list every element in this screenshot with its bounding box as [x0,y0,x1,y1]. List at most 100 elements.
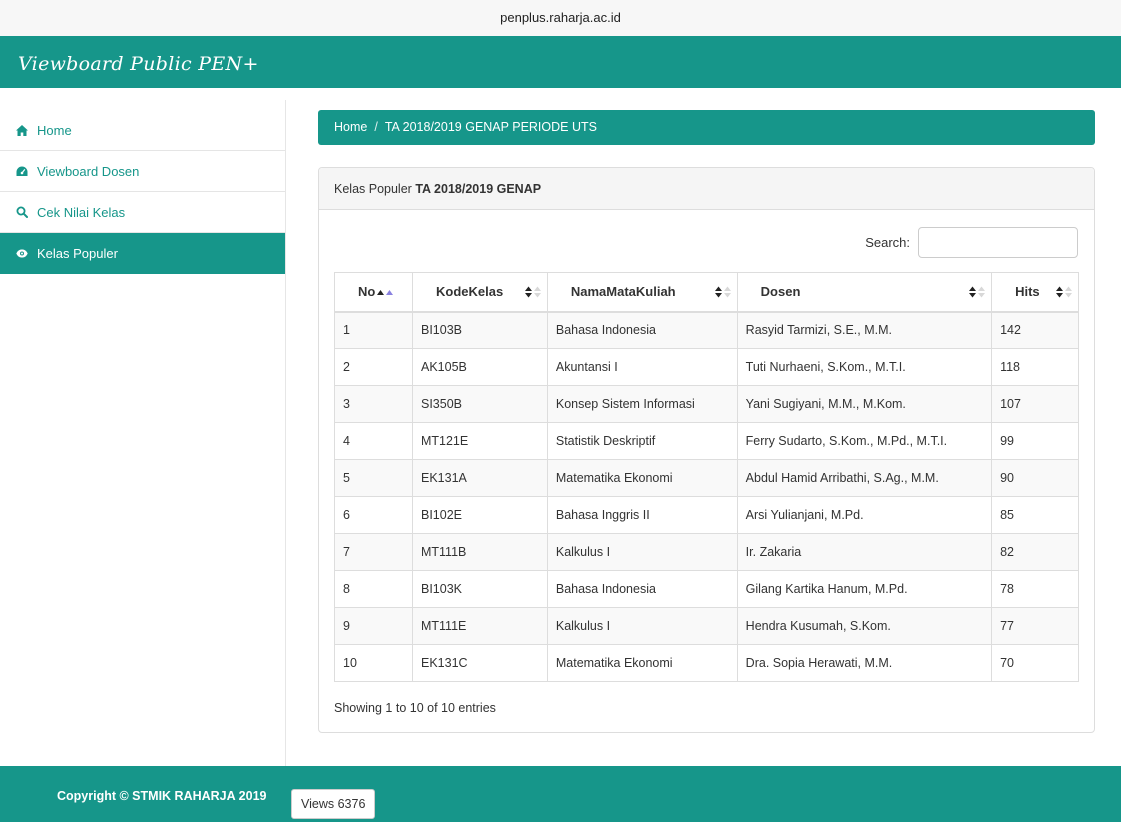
cell-hits: 107 [991,385,1079,423]
cell-kodekelas: EK131A [411,459,548,497]
sidebar-item-cek-nilai-kelas[interactable]: Cek Nilai Kelas [0,192,285,233]
cell-hits: 77 [991,607,1079,645]
cell-no: 5 [334,459,413,497]
cell-dosen: Rasyid Tarmizi, S.E., M.M. [736,311,993,349]
cell-no: 3 [334,385,413,423]
cell-hits: 70 [991,644,1079,682]
cell-namamatakuliah: Akuntansi I [546,348,738,386]
cell-kodekelas: BI103K [411,570,548,608]
sidebar-item-label: Viewboard Dosen [37,163,140,179]
cell-namamatakuliah: Kalkulus I [546,607,738,645]
column-header-dosen[interactable]: Dosen [736,272,993,313]
copyright-text: Copyright © STMIK RAHARJA 2019 [57,789,267,803]
table-row: 2 AK105B Akuntansi I Tuti Nurhaeni, S.Ko… [334,348,1079,386]
table-info: Showing 1 to 10 of 10 entries [334,701,496,715]
footer: Copyright © STMIK RAHARJA 2019 Views 637… [0,766,1121,822]
breadcrumb-current: TA 2018/2019 GENAP PERIODE UTS [384,120,597,134]
cell-dosen: Tuti Nurhaeni, S.Kom., M.T.I. [736,348,993,386]
table-row: 8 BI103K Bahasa Indonesia Gilang Kartika… [334,570,1079,608]
sidebar-divider [285,100,286,766]
sidebar-item-label: Cek Nilai Kelas [37,204,126,220]
cell-no: 10 [334,644,413,682]
table-row: 1 BI103B Bahasa Indonesia Rasyid Tarmizi… [334,311,1079,349]
cell-namamatakuliah: Statistik Deskriptif [546,422,738,460]
cell-namamatakuliah: Bahasa Indonesia [546,311,738,349]
sidebar: Home Viewboard Dosen Cek Nilai Kelas Kel… [0,110,285,274]
table-row: 10 EK131C Matematika Ekonomi Dra. Sopia … [334,644,1079,682]
sidebar-item-label: Home [37,122,72,138]
cell-dosen: Yani Sugiyani, M.M., M.Kom. [736,385,993,423]
cell-dosen: Gilang Kartika Hanum, M.Pd. [736,570,993,608]
breadcrumb-home-link[interactable]: Home [334,120,367,134]
cell-no: 6 [334,496,413,534]
cell-dosen: Hendra Kusumah, S.Kom. [736,607,993,645]
cell-hits: 82 [991,533,1079,571]
cell-kodekelas: MT111B [411,533,548,571]
table-row: 9 MT111E Kalkulus I Hendra Kusumah, S.Ko… [334,607,1079,645]
table-row: 5 EK131A Matematika Ekonomi Abdul Hamid … [334,459,1079,497]
cell-dosen: Abdul Hamid Arribathi, S.Ag., M.M. [736,459,993,497]
cell-hits: 85 [991,496,1079,534]
cell-kodekelas: AK105B [411,348,548,386]
cell-namamatakuliah: Bahasa Inggris II [546,496,738,534]
search-input[interactable] [918,227,1078,258]
sidebar-item-kelas-populer[interactable]: Kelas Populer [0,233,285,274]
cell-kodekelas: MT121E [411,422,548,460]
cell-kodekelas: BI103B [411,311,548,349]
sidebar-item-home[interactable]: Home [0,110,285,151]
cell-namamatakuliah: Matematika Ekonomi [546,459,738,497]
cell-no: 8 [334,570,413,608]
sort-asc-icon [376,290,393,296]
views-counter-button[interactable]: Views 6376 [291,789,376,819]
cell-namamatakuliah: Kalkulus I [546,533,738,571]
sort-icon [524,286,541,298]
cell-no: 7 [334,533,413,571]
cell-no: 9 [334,607,413,645]
top-header: Viewboard Public PEN+ [0,36,1121,88]
panel-title-prefix: Kelas Populer [334,182,412,196]
column-header-kodekelas[interactable]: KodeKelas [411,272,548,313]
column-header-namamatakuliah[interactable]: NamaMataKuliah [546,272,738,313]
breadcrumb: Home / TA 2018/2019 GENAP PERIODE UTS [318,110,1095,145]
cell-dosen: Arsi Yulianjani, M.Pd. [736,496,993,534]
browser-url-bar[interactable]: penplus.raharja.ac.id [0,0,1121,36]
cell-dosen: Dra. Sopia Herawati, M.M. [736,644,993,682]
cell-kodekelas: MT111E [411,607,548,645]
home-icon [16,124,32,136]
table-header-row: No KodeKelas NamaMataKuliah Dosen Hits [334,272,1079,313]
cell-namamatakuliah: Matematika Ekonomi [546,644,738,682]
cell-kodekelas: EK131C [411,644,548,682]
column-header-hits[interactable]: Hits [991,272,1079,313]
cell-hits: 90 [991,459,1079,497]
cell-kodekelas: BI102E [411,496,548,534]
search-icon [16,206,32,218]
search-label: Search: [865,235,910,250]
cell-dosen: Ir. Zakaria [736,533,993,571]
cell-hits: 142 [991,311,1079,349]
table-search: Search: [865,227,1078,258]
cell-hits: 118 [991,348,1079,386]
dashboard-icon [16,166,32,177]
breadcrumb-separator: / [374,120,378,134]
cell-no: 2 [334,348,413,386]
table-row: 6 BI102E Bahasa Inggris II Arsi Yulianja… [334,496,1079,534]
url-text: penplus.raharja.ac.id [500,10,621,25]
sidebar-item-viewboard-dosen[interactable]: Viewboard Dosen [0,151,285,192]
table-row: 7 MT111B Kalkulus I Ir. Zakaria 82 [334,533,1079,571]
sort-icon [714,286,731,298]
table-row: 3 SI350B Konsep Sistem Informasi Yani Su… [334,385,1079,423]
cell-hits: 78 [991,570,1079,608]
panel-title-period: TA 2018/2019 GENAP [415,182,542,196]
cell-hits: 99 [991,422,1079,460]
cell-no: 1 [334,311,413,349]
cell-no: 4 [334,422,413,460]
brand-title[interactable]: Viewboard Public PEN+ [18,36,259,92]
eye-icon [16,249,32,258]
cell-namamatakuliah: Bahasa Indonesia [546,570,738,608]
sort-icon [1056,286,1072,298]
column-header-no[interactable]: No [334,272,413,313]
popular-classes-panel: Kelas Populer TA 2018/2019 GENAP Search:… [318,167,1095,733]
cell-kodekelas: SI350B [411,385,548,423]
sidebar-item-label: Kelas Populer [37,245,118,261]
popular-classes-table: No KodeKelas NamaMataKuliah Dosen Hits 1… [334,272,1079,682]
